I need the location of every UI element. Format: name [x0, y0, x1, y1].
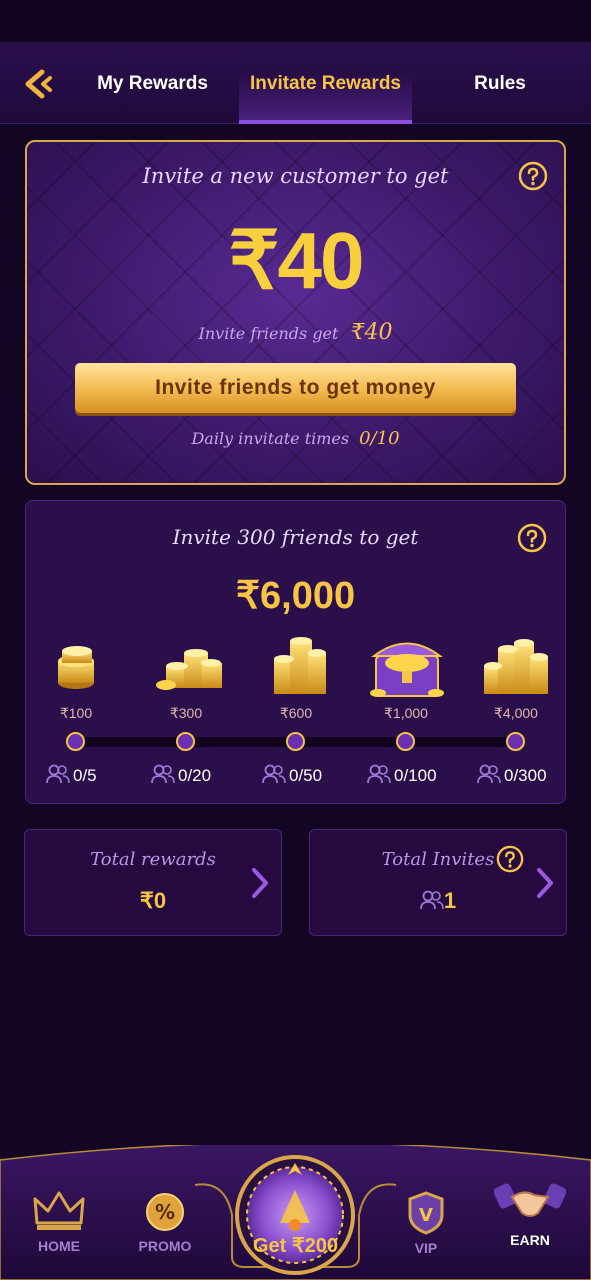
users-icon	[419, 890, 444, 910]
status-bar	[0, 0, 591, 42]
chevron-right-icon	[537, 868, 553, 898]
users-icon	[46, 764, 70, 784]
vip-shield-icon: V	[408, 1191, 444, 1235]
daily-invite-label: Daily invitate times	[191, 429, 350, 448]
tier-reward: ₹1,000	[384, 705, 428, 721]
total-rewards-label: Total rewards	[90, 849, 216, 870]
milestone-dot	[66, 732, 85, 751]
total-rewards-value: ₹0	[139, 888, 167, 913]
treasure-chest-icon	[370, 642, 444, 697]
milestone-dot	[176, 732, 195, 751]
users-icon	[367, 764, 391, 784]
coin-stack-small-icon	[58, 646, 94, 689]
back-button[interactable]	[20, 66, 56, 102]
daily-invite-value: 0/10	[359, 428, 400, 449]
handshake-icon	[493, 1183, 567, 1217]
svg-text:%: %	[155, 1200, 175, 1224]
tier-count-text: 0/50	[289, 766, 323, 785]
coin-stacks	[58, 637, 548, 697]
invite-card-title: Invite a new customer to get	[142, 164, 449, 188]
invite-reward-amount: ₹40	[228, 216, 365, 305]
tier-reward: ₹100	[59, 705, 93, 721]
tier-count-text: 0/100	[394, 766, 437, 785]
tier-invite-count: 0/300	[477, 764, 547, 786]
invite-reward-card: Invite a new customer to get ₹40 Invite …	[25, 140, 566, 485]
coin-stack-large-icon	[274, 637, 326, 694]
milestone-amount: ₹6,000	[235, 575, 356, 617]
total-invites-value: 1	[310, 888, 566, 914]
help-icon[interactable]	[496, 845, 524, 873]
help-icon[interactable]	[517, 523, 547, 553]
tier-reward: ₹300	[169, 705, 203, 721]
tab-my-rewards[interactable]: My Rewards	[80, 42, 225, 124]
svg-text:V: V	[419, 1205, 433, 1226]
tier-count-text: 0/20	[178, 766, 212, 785]
percent-badge-icon: %	[146, 1193, 184, 1231]
milestone-reward-card: Invite 300 friends to get ₹6,000 ₹100 ₹3…	[25, 500, 566, 804]
invite-friends-label: Invite friends get	[198, 324, 339, 343]
total-invites-count: 1	[443, 888, 457, 913]
milestone-dot	[506, 732, 525, 751]
tier-count-text: 0/300	[504, 766, 547, 785]
tier-reward: ₹600	[279, 705, 313, 721]
tier-reward: ₹4,000	[494, 705, 538, 721]
total-invites-label: Total Invites	[381, 849, 495, 870]
top-tab-bar: My Rewards Invitate Rewards Rules	[0, 42, 591, 124]
milestone-dot	[396, 732, 415, 751]
coin-stack-medium-icon	[156, 649, 222, 690]
total-rewards-card[interactable]: Total rewards ₹0	[24, 829, 282, 936]
nav-vip-label: VIP	[414, 1240, 438, 1256]
tab-invitate-rewards[interactable]: Invitate Rewards	[239, 42, 412, 124]
back-arrow-icon	[25, 69, 52, 99]
invite-friends-get: Invite friends get ₹40	[27, 320, 564, 345]
daily-invite-times: Daily invitate times 0/10	[27, 428, 564, 449]
total-invites-card[interactable]: Total Invites 1	[309, 829, 567, 936]
tier-count-text: 0/5	[73, 766, 97, 785]
nav-earn[interactable]: EARN	[493, 1175, 567, 1248]
tier-invite-count: 0/20	[151, 764, 211, 786]
milestone-dot	[286, 732, 305, 751]
tier-invite-count: 0/100	[367, 764, 437, 786]
users-icon	[262, 764, 286, 784]
coin-pile-icon	[484, 639, 548, 694]
crown-icon	[33, 1191, 85, 1230]
tier-invite-count: 0/50	[262, 764, 322, 786]
tab-rules[interactable]: Rules	[440, 42, 560, 124]
help-icon[interactable]	[518, 161, 548, 191]
invite-friends-amount: ₹40	[350, 320, 393, 345]
invite-friends-button[interactable]: Invite friends to get money	[75, 363, 516, 413]
milestone-title: Invite 300 friends to get	[172, 525, 419, 549]
nav-vip[interactable]: V VIP	[395, 1191, 457, 1256]
users-icon	[151, 764, 175, 784]
bottom-navigation: HOME % PROMO Get ₹200 V VIP EARN	[0, 1145, 591, 1280]
tier-invite-count: 0/5	[46, 764, 97, 786]
users-icon	[477, 764, 501, 784]
chevron-right-icon	[252, 868, 268, 898]
nav-earn-label: EARN	[510, 1232, 550, 1248]
